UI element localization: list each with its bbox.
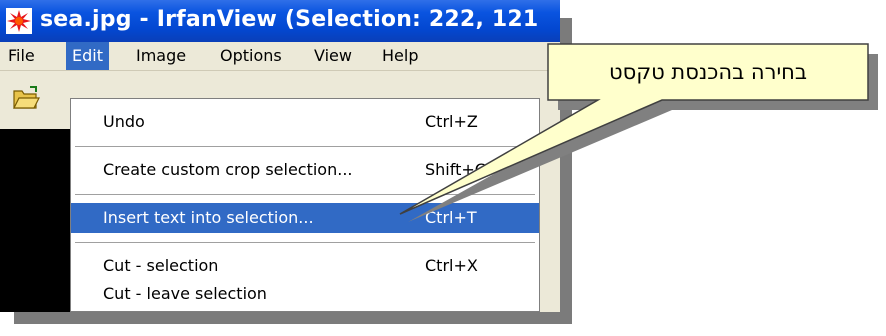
callout-text: בחירה בהכנסת טקסט: [608, 60, 808, 84]
